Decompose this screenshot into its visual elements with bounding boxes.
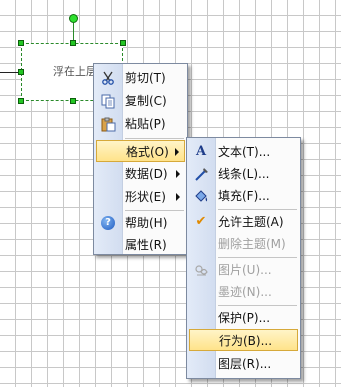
picture-icon [193, 262, 209, 278]
submenu-item-remove-theme[interactable]: 删除主题(M) [189, 233, 298, 255]
submenu-item-ink-label: 墨迹(N)... [218, 285, 272, 299]
menu-separator [218, 209, 297, 210]
submenu-item-layer[interactable]: 图层(R)... [189, 353, 298, 375]
check-icon: ✔ [195, 214, 207, 229]
menu-item-cut[interactable]: 剪切(T) [96, 67, 185, 89]
copy-icon [100, 93, 116, 109]
menu-item-help[interactable]: ? 帮助(H) [96, 212, 185, 234]
menu-separator [125, 138, 184, 139]
shape-label[interactable]: 浮在上层 [53, 63, 97, 79]
submenu-item-layer-label: 图层(R)... [218, 357, 272, 371]
format-submenu: A 文本(T)... 线条(L)... 填充(F)... ✔ 允许主题(A) 删… [186, 137, 301, 379]
resize-handle-top-middle[interactable] [70, 40, 76, 46]
submenu-item-text[interactable]: A 文本(T)... [189, 141, 298, 163]
submenu-arrow-icon [176, 193, 180, 201]
menu-item-properties[interactable]: 属性(R) [96, 234, 185, 256]
menu-item-properties-label: 属性(R) [125, 238, 167, 252]
submenu-item-fill[interactable]: 填充(F)... [189, 185, 298, 207]
menu-separator [218, 257, 297, 258]
help-icon: ? [101, 216, 115, 230]
submenu-arrow-icon [176, 170, 180, 178]
submenu-item-allow-theme[interactable]: ✔ 允许主题(A) [189, 211, 298, 233]
menu-item-help-label: 帮助(H) [125, 216, 168, 230]
menu-item-data[interactable]: 数据(D) [96, 163, 185, 185]
submenu-item-fill-label: 填充(F)... [218, 189, 270, 203]
resize-handle-top-left[interactable] [18, 40, 24, 46]
fill-format-icon [193, 188, 209, 204]
submenu-arrow-icon [175, 148, 179, 156]
submenu-item-allow-theme-label: 允许主题(A) [218, 215, 284, 229]
submenu-item-picture-label: 图片(U)... [218, 263, 272, 277]
submenu-item-picture[interactable]: 图片(U)... [189, 259, 298, 281]
menu-item-shape[interactable]: 形状(E) [96, 186, 185, 208]
resize-handle-bottom-middle[interactable] [70, 98, 76, 104]
submenu-item-remove-theme-label: 删除主题(M) [218, 237, 286, 251]
scissors-icon [100, 70, 116, 86]
submenu-item-ink[interactable]: 墨迹(N)... [189, 281, 298, 303]
menu-item-shape-label: 形状(E) [125, 190, 166, 204]
submenu-item-behavior[interactable]: 行为(B)... [189, 329, 298, 351]
menu-item-format[interactable]: 格式(O) [96, 140, 185, 162]
rotation-handle[interactable] [69, 14, 78, 23]
menu-item-paste-label: 粘贴(P) [125, 117, 166, 131]
menu-separator [218, 305, 297, 306]
submenu-item-line[interactable]: 线条(L)... [189, 163, 298, 185]
menu-item-copy-label: 复制(C) [125, 94, 167, 108]
submenu-item-line-label: 线条(L)... [218, 167, 270, 181]
resize-handle-bottom-left[interactable] [18, 98, 24, 104]
menu-separator [125, 210, 184, 211]
menu-item-format-label: 格式(O) [126, 145, 169, 159]
menu-item-copy[interactable]: 复制(C) [96, 90, 185, 112]
submenu-item-text-label: 文本(T)... [218, 145, 271, 159]
context-menu: 剪切(T) 复制(C) 粘贴(P) 格式(O) 数据(D) 形状(E) ? 帮助… [93, 63, 188, 255]
menu-item-cut-label: 剪切(T) [125, 71, 166, 85]
submenu-item-behavior-label: 行为(B)... [219, 334, 273, 348]
menu-item-paste[interactable]: 粘贴(P) [96, 113, 185, 135]
line-format-icon [193, 166, 209, 182]
submenu-item-protect[interactable]: 保护(P)... [189, 307, 298, 329]
resize-handle-middle-left[interactable] [18, 69, 24, 75]
resize-handle-top-right[interactable] [120, 40, 126, 46]
paste-icon [100, 116, 116, 132]
text-format-icon: A [195, 144, 207, 159]
submenu-item-protect-label: 保护(P)... [218, 311, 271, 325]
menu-item-data-label: 数据(D) [125, 167, 168, 181]
